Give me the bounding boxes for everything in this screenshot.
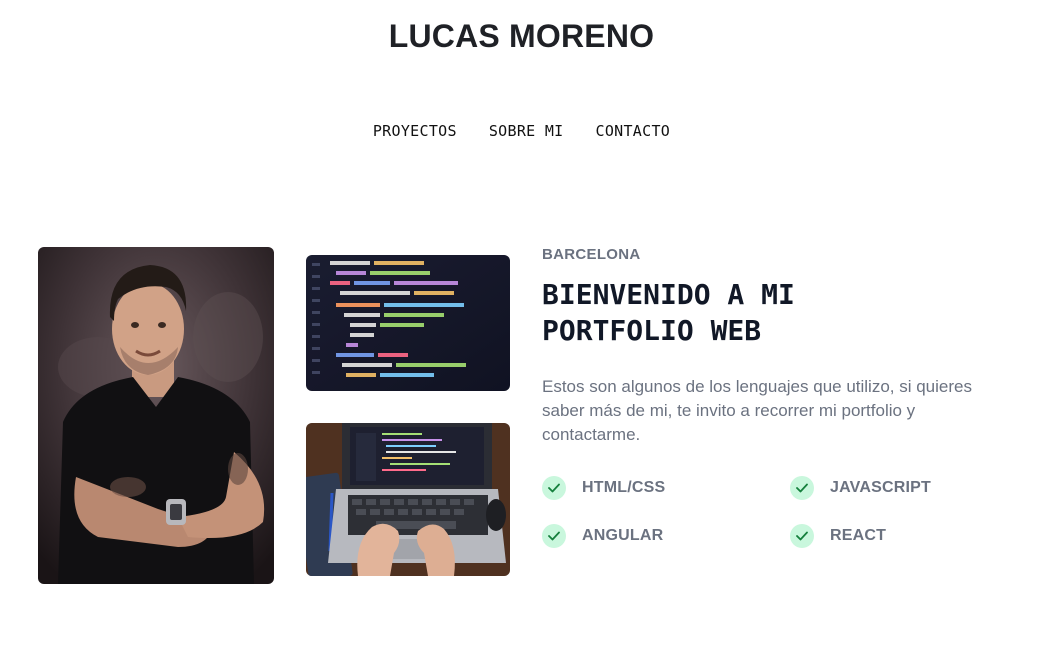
nav-link-contacto[interactable]: CONTACTO	[595, 122, 670, 140]
main-nav: PROYECTOS SOBRE MI CONTACTO	[0, 122, 1043, 140]
hero-section: BARCELONA BIENVENIDO A MI PORTFOLIO WEB …	[542, 246, 1012, 447]
check-icon	[542, 524, 566, 548]
skill-item: HTML/CSS	[542, 476, 790, 500]
nav-link-sobre-mi[interactable]: SOBRE MI	[489, 122, 564, 140]
check-icon	[542, 476, 566, 500]
skill-item: REACT	[790, 524, 1012, 548]
location-label: BARCELONA	[542, 246, 641, 263]
skill-item: JAVASCRIPT	[790, 476, 1012, 500]
hero-headline: BIENVENIDO A MI PORTFOLIO WEB	[542, 278, 795, 347]
code-screen-photo	[306, 255, 510, 391]
skill-item: ANGULAR	[542, 524, 790, 548]
skills-list: HTML/CSS JAVASCRIPT ANGULAR REACT	[542, 476, 1012, 548]
site-title: LUCAS MORENO	[388, 18, 655, 54]
laptop-typing-photo	[306, 423, 510, 576]
check-icon	[790, 524, 814, 548]
check-icon	[790, 476, 814, 500]
skill-label: ANGULAR	[582, 527, 664, 544]
skill-label: HTML/CSS	[582, 479, 666, 496]
hero-intro: Estos son algunos de los lenguajes que u…	[542, 377, 972, 444]
skill-label: JAVASCRIPT	[830, 479, 931, 496]
nav-link-proyectos[interactable]: PROYECTOS	[373, 122, 457, 140]
skill-label: REACT	[830, 527, 887, 544]
portrait-photo	[38, 247, 274, 584]
